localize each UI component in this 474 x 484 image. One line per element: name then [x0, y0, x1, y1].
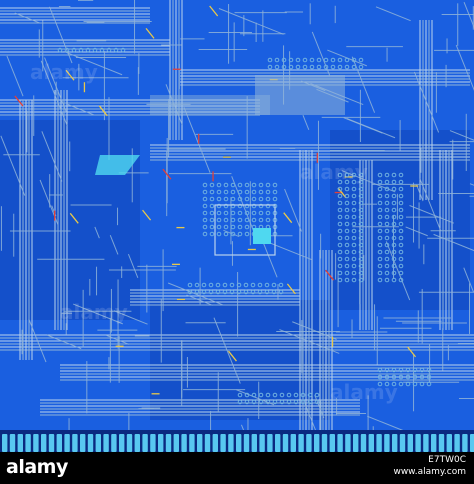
- connector-finger: [33, 434, 39, 452]
- connector-finger: [103, 434, 109, 452]
- connector-finger: [111, 434, 117, 452]
- connector-finger: [56, 434, 62, 452]
- stock-footer-bar: alamy E7TW0C www.alamy.com: [0, 452, 474, 484]
- connector-finger: [119, 434, 125, 452]
- connector-finger: [462, 434, 468, 452]
- connector-finger: [189, 434, 195, 452]
- connector-finger: [48, 434, 55, 452]
- site-url: www.alamy.com: [393, 467, 466, 477]
- connector-finger: [314, 434, 320, 452]
- connector-finger: [337, 434, 343, 452]
- connector-finger: [2, 434, 8, 452]
- connector-finger: [399, 434, 406, 452]
- connector-finger: [407, 434, 413, 452]
- connector-finger: [360, 434, 367, 452]
- connector-finger: [87, 434, 94, 452]
- connector-finger: [243, 434, 250, 452]
- connector-finger: [415, 434, 421, 452]
- circuit-board-photo: [0, 0, 474, 452]
- connector-finger: [212, 434, 218, 452]
- image-id: E7TW0C: [428, 455, 466, 465]
- connector-finger: [306, 434, 312, 452]
- connector-finger: [392, 434, 398, 452]
- connector-finger: [470, 434, 474, 452]
- connector-finger: [236, 434, 242, 452]
- connector-finger: [251, 434, 257, 452]
- connector-finger: [17, 434, 23, 452]
- connector-finger: [142, 434, 148, 452]
- connector-finger: [345, 434, 351, 452]
- connector-finger: [298, 434, 304, 452]
- connector-finger: [267, 434, 273, 452]
- connector-finger: [329, 434, 335, 452]
- connector-finger: [431, 434, 437, 452]
- stock-photo-frame: alamy alamy alamy alamy alamy E7TW0C www…: [0, 0, 474, 484]
- connector-finger: [259, 434, 265, 452]
- copper-pour: [150, 95, 270, 115]
- brand-logo: alamy: [6, 456, 68, 478]
- connector-finger: [173, 434, 179, 452]
- connector-finger: [321, 434, 328, 452]
- connector-finger: [384, 434, 390, 452]
- footer-info: E7TW0C www.alamy.com: [393, 454, 466, 478]
- connector-finger: [80, 434, 86, 452]
- connector-finger: [158, 434, 164, 452]
- connector-finger: [150, 434, 156, 452]
- connector-finger: [275, 434, 281, 452]
- connector-finger: [282, 434, 289, 452]
- connector-finger: [228, 434, 234, 452]
- connector-finger: [376, 434, 382, 452]
- connector-finger: [126, 434, 133, 452]
- connector-finger: [446, 434, 452, 452]
- connector-finger: [220, 434, 226, 452]
- highlight-patch: [253, 228, 271, 244]
- connector-finger: [165, 434, 172, 452]
- connector-finger: [197, 434, 203, 452]
- connector-finger: [454, 434, 460, 452]
- connector-finger: [423, 434, 429, 452]
- connector-finger: [368, 434, 374, 452]
- connector-finger: [204, 434, 211, 452]
- connector-finger: [353, 434, 359, 452]
- connector-finger: [64, 434, 70, 452]
- connector-finger: [134, 434, 140, 452]
- connector-finger: [25, 434, 31, 452]
- connector-finger: [438, 434, 445, 452]
- connector-finger: [72, 434, 78, 452]
- edge-connector: [0, 430, 474, 452]
- connector-finger: [290, 434, 296, 452]
- connector-finger: [9, 434, 16, 452]
- connector-finger: [181, 434, 187, 452]
- connector-finger: [95, 434, 101, 452]
- connector-finger: [41, 434, 47, 452]
